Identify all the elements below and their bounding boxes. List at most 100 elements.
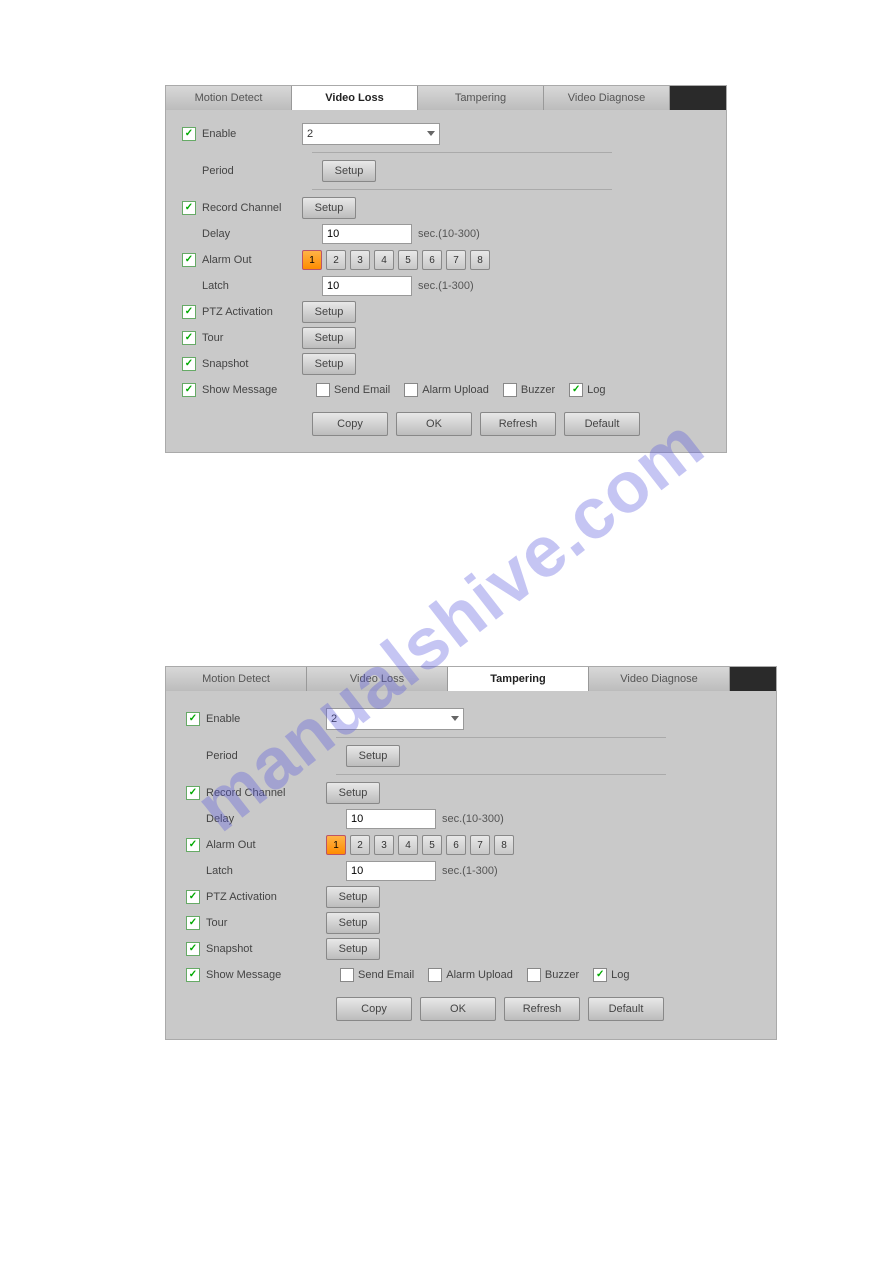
log-checkbox[interactable] <box>593 968 607 982</box>
alarm-out-1[interactable]: 1 <box>302 250 322 270</box>
panel-video-loss: Motion Detect Video Loss Tampering Video… <box>165 85 727 453</box>
alarm-out-5[interactable]: 5 <box>398 250 418 270</box>
panel-tampering: Motion Detect Video Loss Tampering Video… <box>165 666 777 1040</box>
alarm-out-4[interactable]: 4 <box>374 250 394 270</box>
record-channel-setup-button[interactable]: Setup <box>302 197 356 219</box>
period-label: Period <box>206 750 238 762</box>
tab-tampering[interactable]: Tampering <box>448 667 589 691</box>
alarm-out-2[interactable]: 2 <box>350 835 370 855</box>
copy-button[interactable]: Copy <box>312 412 388 436</box>
tab-video-diagnose[interactable]: Video Diagnose <box>589 667 730 691</box>
tab-bar: Motion Detect Video Loss Tampering Video… <box>166 86 726 110</box>
alarm-out-label: Alarm Out <box>206 839 256 851</box>
default-button[interactable]: Default <box>564 412 640 436</box>
buzzer-checkbox[interactable] <box>503 383 517 397</box>
enable-label: Enable <box>202 128 236 140</box>
alarm-out-4[interactable]: 4 <box>398 835 418 855</box>
record-channel-checkbox[interactable] <box>186 786 200 800</box>
send-email-label: Send Email <box>334 384 390 396</box>
ptz-checkbox[interactable] <box>182 305 196 319</box>
alarm-out-3[interactable]: 3 <box>374 835 394 855</box>
tab-video-diagnose[interactable]: Video Diagnose <box>544 86 670 110</box>
alarm-out-7[interactable]: 7 <box>470 835 490 855</box>
divider <box>312 152 612 153</box>
alarm-out-2[interactable]: 2 <box>326 250 346 270</box>
log-checkbox[interactable] <box>569 383 583 397</box>
alarm-upload-label: Alarm Upload <box>422 384 489 396</box>
snapshot-setup-button[interactable]: Setup <box>326 938 380 960</box>
buzzer-label: Buzzer <box>545 969 579 981</box>
enable-label: Enable <box>206 713 240 725</box>
alarm-out-checkbox[interactable] <box>182 253 196 267</box>
tab-video-loss[interactable]: Video Loss <box>307 667 448 691</box>
period-label: Period <box>202 165 234 177</box>
channel-select[interactable]: 2 <box>326 708 464 730</box>
delay-input[interactable] <box>346 809 436 829</box>
alarm-upload-checkbox[interactable] <box>404 383 418 397</box>
default-button[interactable]: Default <box>588 997 664 1021</box>
alarm-out-8[interactable]: 8 <box>470 250 490 270</box>
alarm-out-checkbox[interactable] <box>186 838 200 852</box>
divider <box>336 774 666 775</box>
tab-motion-detect[interactable]: Motion Detect <box>166 86 292 110</box>
record-channel-label: Record Channel <box>202 202 282 214</box>
period-setup-button[interactable]: Setup <box>322 160 376 182</box>
snapshot-setup-button[interactable]: Setup <box>302 353 356 375</box>
delay-hint: sec.(10-300) <box>418 228 480 240</box>
send-email-checkbox[interactable] <box>316 383 330 397</box>
enable-checkbox[interactable] <box>182 127 196 141</box>
show-message-label: Show Message <box>202 384 277 396</box>
latch-input[interactable] <box>346 861 436 881</box>
copy-button[interactable]: Copy <box>336 997 412 1021</box>
divider <box>336 737 666 738</box>
tour-setup-button[interactable]: Setup <box>326 912 380 934</box>
ok-button[interactable]: OK <box>420 997 496 1021</box>
latch-input[interactable] <box>322 276 412 296</box>
ok-button[interactable]: OK <box>396 412 472 436</box>
show-message-label: Show Message <box>206 969 281 981</box>
show-message-checkbox[interactable] <box>182 383 196 397</box>
snapshot-label: Snapshot <box>206 943 252 955</box>
snapshot-checkbox[interactable] <box>182 357 196 371</box>
latch-label: Latch <box>206 865 233 877</box>
tour-setup-button[interactable]: Setup <box>302 327 356 349</box>
delay-input[interactable] <box>322 224 412 244</box>
record-channel-label: Record Channel <box>206 787 286 799</box>
alarm-out-channels: 1 2 3 4 5 6 7 8 <box>302 250 490 270</box>
send-email-checkbox[interactable] <box>340 968 354 982</box>
alarm-out-1[interactable]: 1 <box>326 835 346 855</box>
alarm-out-8[interactable]: 8 <box>494 835 514 855</box>
alarm-out-5[interactable]: 5 <box>422 835 442 855</box>
refresh-button[interactable]: Refresh <box>504 997 580 1021</box>
tab-motion-detect[interactable]: Motion Detect <box>166 667 307 691</box>
tab-tampering[interactable]: Tampering <box>418 86 544 110</box>
ptz-setup-button[interactable]: Setup <box>302 301 356 323</box>
alarm-out-7[interactable]: 7 <box>446 250 466 270</box>
ptz-setup-button[interactable]: Setup <box>326 886 380 908</box>
enable-checkbox[interactable] <box>186 712 200 726</box>
alarm-out-6[interactable]: 6 <box>446 835 466 855</box>
ptz-checkbox[interactable] <box>186 890 200 904</box>
record-channel-checkbox[interactable] <box>182 201 196 215</box>
delay-label: Delay <box>206 813 234 825</box>
tab-spacer <box>670 86 726 110</box>
alarm-out-3[interactable]: 3 <box>350 250 370 270</box>
alarm-upload-checkbox[interactable] <box>428 968 442 982</box>
tour-label: Tour <box>206 917 227 929</box>
buzzer-checkbox[interactable] <box>527 968 541 982</box>
tab-spacer <box>730 667 776 691</box>
alarm-out-6[interactable]: 6 <box>422 250 442 270</box>
tour-checkbox[interactable] <box>182 331 196 345</box>
alarm-upload-label: Alarm Upload <box>446 969 513 981</box>
alarm-out-channels: 1 2 3 4 5 6 7 8 <box>326 835 514 855</box>
record-channel-setup-button[interactable]: Setup <box>326 782 380 804</box>
snapshot-checkbox[interactable] <box>186 942 200 956</box>
tab-video-loss[interactable]: Video Loss <box>292 86 418 110</box>
show-message-checkbox[interactable] <box>186 968 200 982</box>
refresh-button[interactable]: Refresh <box>480 412 556 436</box>
period-setup-button[interactable]: Setup <box>346 745 400 767</box>
log-label: Log <box>587 384 605 396</box>
divider <box>312 189 612 190</box>
tour-checkbox[interactable] <box>186 916 200 930</box>
channel-select[interactable]: 2 <box>302 123 440 145</box>
